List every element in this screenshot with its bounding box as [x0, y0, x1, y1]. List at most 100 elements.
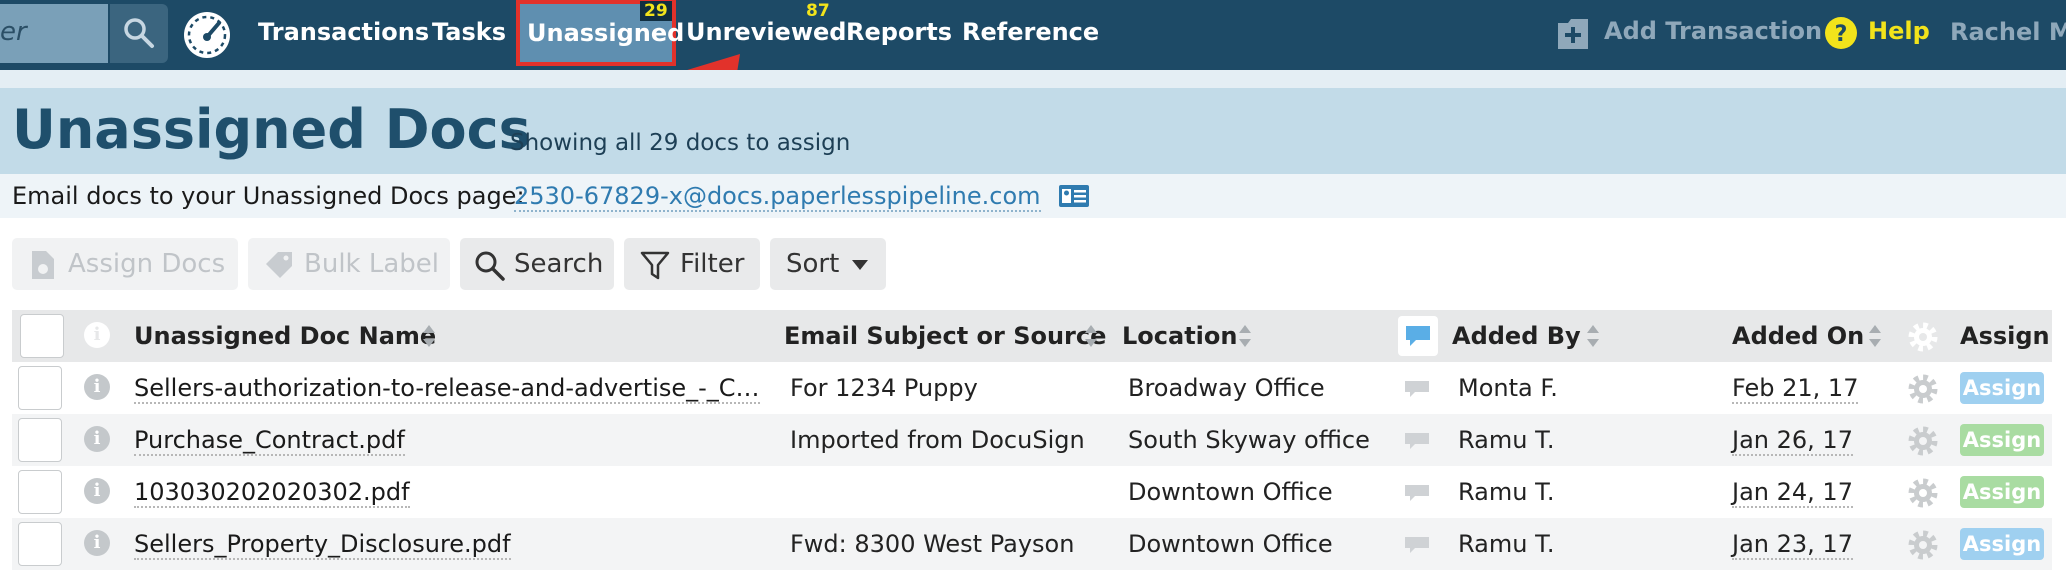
gear-icon[interactable]: [1908, 374, 1938, 404]
gear-icon[interactable]: [1908, 426, 1938, 456]
search-input-text: er: [0, 17, 27, 47]
sort-arrows-icon[interactable]: [1586, 322, 1600, 350]
funnel-icon: [640, 251, 670, 280]
nav-reports[interactable]: Reports: [846, 18, 952, 46]
added-on: Jan 23, 17: [1732, 530, 1853, 560]
comments-column-toggle[interactable]: [1398, 316, 1438, 356]
added-on: Jan 26, 17: [1732, 426, 1853, 456]
filter-label: Filter: [680, 249, 745, 279]
chevron-down-icon: [852, 260, 868, 270]
assign-button[interactable]: Assign: [1960, 372, 2044, 404]
page-header: Unassigned Docs Showing all 29 docs to a…: [0, 88, 2066, 174]
help-icon[interactable]: ?: [1824, 16, 1858, 50]
email-subject: Fwd: 8300 West Payson: [790, 530, 1075, 558]
nav-unreviewed[interactable]: Unreviewed: [686, 18, 846, 46]
select-all-checkbox[interactable]: [20, 314, 64, 358]
comment-bubble-icon[interactable]: [1404, 536, 1430, 554]
doc-name-link[interactable]: Sellers-authorization-to-release-and-adv…: [134, 374, 760, 404]
added-by: Ramu T.: [1458, 478, 1555, 506]
sort-button[interactable]: Sort: [770, 238, 886, 290]
comment-bubble-icon[interactable]: [1404, 484, 1430, 502]
filter-button[interactable]: Filter: [624, 238, 760, 290]
dashboard-gauge-icon[interactable]: [182, 10, 232, 60]
added-by: Ramu T.: [1458, 426, 1555, 454]
info-icon[interactable]: i: [84, 426, 110, 452]
comment-bubble-icon[interactable]: [1404, 432, 1430, 450]
location: Broadway Office: [1128, 374, 1325, 402]
assign-docs-button[interactable]: Assign Docs: [12, 238, 238, 290]
comment-bubble-icon: [1406, 326, 1430, 346]
doc-name-link[interactable]: 103030202020302.pdf: [134, 478, 410, 508]
table-row[interactable]: i Sellers_Property_Disclosure.pdf Fwd: 8…: [12, 518, 2052, 570]
info-icon: i: [84, 322, 110, 348]
column-doc-name[interactable]: Unassigned Doc Name: [134, 322, 436, 350]
user-menu[interactable]: Rachel M.: [1950, 18, 2066, 46]
add-transaction-icon[interactable]: [1556, 15, 1590, 51]
gear-icon[interactable]: [1908, 530, 1938, 560]
row-checkbox[interactable]: [18, 522, 62, 566]
column-added-by[interactable]: Added By: [1452, 322, 1581, 350]
search-docs-button[interactable]: Search: [460, 238, 614, 290]
row-checkbox[interactable]: [18, 470, 62, 514]
magnifier-icon: [475, 251, 505, 281]
doc-name-link[interactable]: Purchase_Contract.pdf: [134, 426, 405, 456]
location: Downtown Office: [1128, 530, 1333, 558]
nav-reference[interactable]: Reference: [962, 18, 1099, 46]
gear-icon[interactable]: [1908, 322, 1938, 352]
bulk-label-label: Bulk Label: [304, 249, 440, 279]
email-subject: Imported from DocuSign: [790, 426, 1085, 454]
gear-icon[interactable]: [1908, 478, 1938, 508]
sort-arrows-icon[interactable]: [422, 322, 436, 350]
column-location[interactable]: Location: [1122, 322, 1237, 350]
top-nav: er Transactions Tasks Unassigned 29 Unre…: [0, 0, 2066, 70]
doc-name-link[interactable]: Sellers_Property_Disclosure.pdf: [134, 530, 511, 560]
nav-unassigned-label: Unassigned: [527, 19, 685, 47]
unassigned-count-badge: 29: [640, 1, 672, 21]
document-gear-icon: [32, 251, 54, 279]
sort-arrows-icon[interactable]: [1868, 322, 1882, 350]
sort-label: Sort: [786, 249, 840, 279]
assign-button[interactable]: Assign: [1960, 476, 2044, 508]
row-checkbox[interactable]: [18, 366, 62, 410]
email-label: Email docs to your Unassigned Docs page:: [12, 182, 525, 210]
assign-docs-label: Assign Docs: [68, 249, 226, 279]
email-address-link[interactable]: 2530-67829-x@docs.paperlesspipeline.com: [514, 182, 1041, 212]
nav-transactions[interactable]: Transactions: [258, 18, 429, 46]
email-row: Email docs to your Unassigned Docs page:…: [0, 174, 2066, 218]
column-email-subject[interactable]: Email Subject or Source: [784, 322, 1106, 350]
sort-arrows-icon[interactable]: [1238, 322, 1252, 350]
help-link[interactable]: Help: [1868, 17, 1930, 45]
svg-text:?: ?: [1835, 22, 1848, 47]
column-added-on[interactable]: Added On: [1732, 322, 1864, 350]
info-icon[interactable]: i: [84, 374, 110, 400]
table-row[interactable]: i Purchase_Contract.pdf Imported from Do…: [12, 414, 2052, 466]
added-by: Monta F.: [1458, 374, 1558, 402]
column-assign: Assign: [1960, 322, 2050, 350]
nav-tasks[interactable]: Tasks: [432, 18, 506, 46]
bulk-label-button[interactable]: Bulk Label: [248, 238, 450, 290]
tag-icon: [266, 252, 292, 278]
row-checkbox[interactable]: [18, 418, 62, 462]
info-icon[interactable]: i: [84, 530, 110, 556]
table-row[interactable]: i 103030202020302.pdf Downtown Office Ra…: [12, 466, 2052, 518]
assign-button[interactable]: Assign: [1960, 424, 2044, 456]
sort-arrows-icon[interactable]: [1084, 322, 1098, 350]
search-icon: [124, 18, 154, 48]
location: South Skyway office: [1128, 426, 1370, 454]
global-search-input[interactable]: er: [0, 4, 108, 63]
add-transaction-link[interactable]: Add Transaction: [1604, 17, 1822, 45]
info-icon[interactable]: i: [84, 478, 110, 504]
location: Downtown Office: [1128, 478, 1333, 506]
contact-card-icon[interactable]: [1058, 184, 1090, 208]
unreviewed-count-badge: 87: [806, 1, 830, 21]
table-row[interactable]: i Sellers-authorization-to-release-and-a…: [12, 362, 2052, 414]
search-button[interactable]: [110, 4, 168, 63]
email-subject: For 1234 Puppy: [790, 374, 978, 402]
comment-bubble-icon[interactable]: [1404, 380, 1430, 398]
assign-button[interactable]: Assign: [1960, 528, 2044, 560]
added-on: Feb 21, 17: [1732, 374, 1859, 404]
added-by: Ramu T.: [1458, 530, 1555, 558]
added-on: Jan 24, 17: [1732, 478, 1853, 508]
table-header: i Unassigned Doc Name Email Subject or S…: [12, 310, 2052, 362]
page-title: Unassigned Docs: [12, 98, 531, 161]
